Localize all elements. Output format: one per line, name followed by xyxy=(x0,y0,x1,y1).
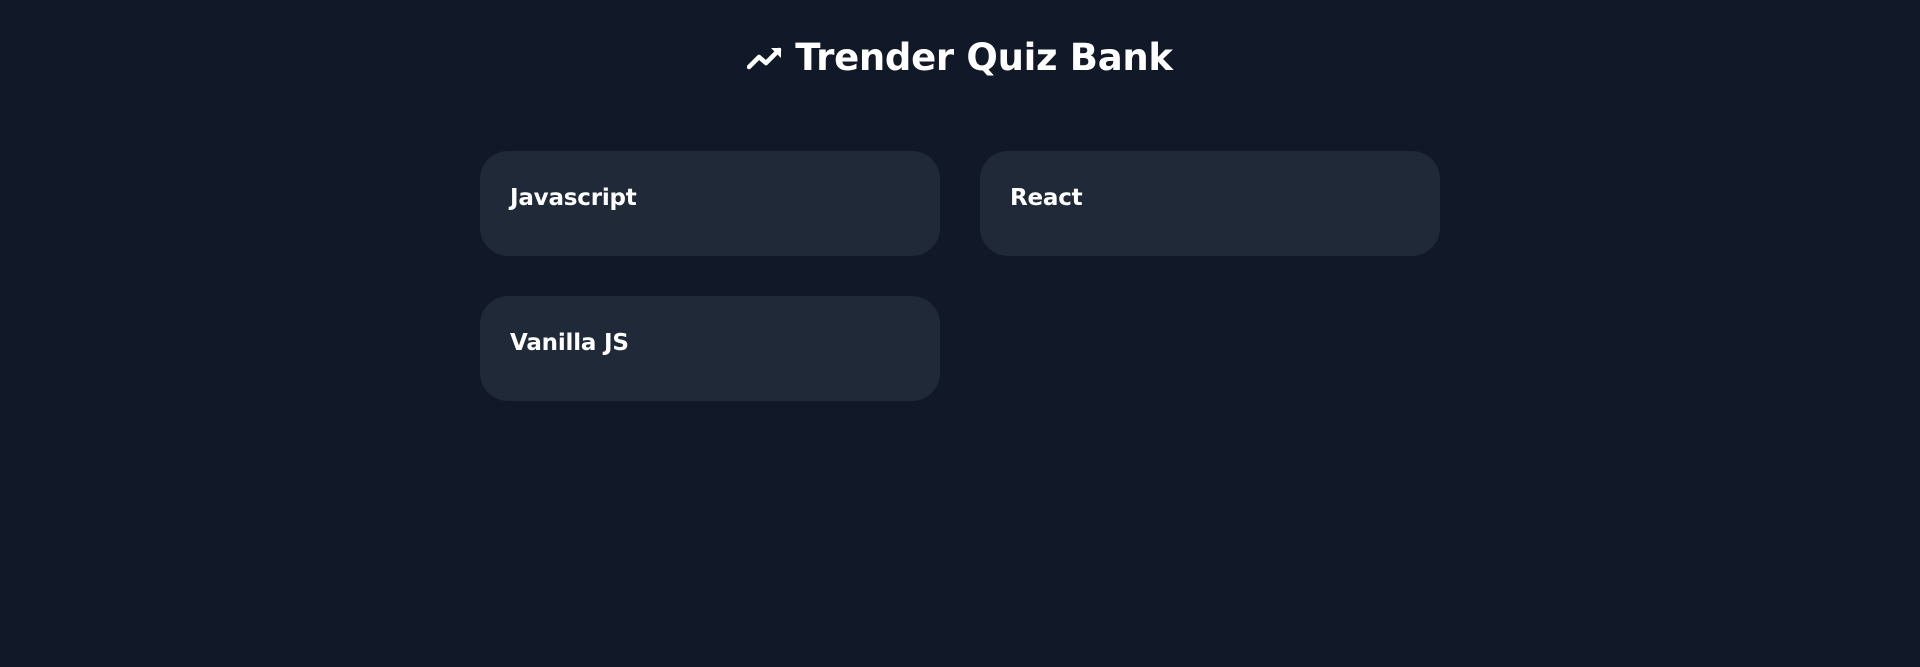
quiz-card-label: React xyxy=(1010,185,1083,211)
quiz-card-javascript[interactable]: Javascript xyxy=(480,151,940,256)
quiz-card-vanilla-js[interactable]: Vanilla JS xyxy=(480,296,940,401)
quiz-card-label: Javascript xyxy=(510,185,637,211)
quiz-bank-page: Trender Quiz Bank Javascript React Vanil… xyxy=(0,0,1920,667)
page-title: Trender Quiz Bank xyxy=(795,36,1173,79)
quiz-card-label: Vanilla JS xyxy=(510,330,629,356)
quiz-grid: Javascript React Vanilla JS xyxy=(480,151,1440,401)
quiz-card-react[interactable]: React xyxy=(980,151,1440,256)
trending-up-icon xyxy=(747,44,783,72)
page-header: Trender Quiz Bank xyxy=(0,36,1920,80)
